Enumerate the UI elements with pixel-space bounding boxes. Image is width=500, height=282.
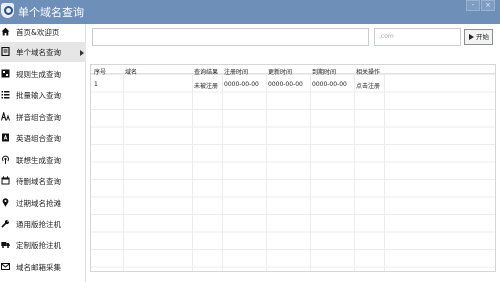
sidebar-item-home[interactable]: 首页&欢迎页 [0,22,86,42]
pinyin-icon [0,110,10,121]
cell-result: 未被注册 [194,83,219,90]
calendar-icon [1,176,10,185]
column-divider [123,65,124,271]
list-icon [1,90,10,99]
window-title: 单个域名查询 [18,6,84,19]
cell-index: 1 [94,81,98,88]
home-icon [1,27,10,36]
sidebar-item-label: 拼音组合查询 [16,113,61,122]
start-button[interactable]: 开始 [464,29,493,45]
cell-expires: 0000-00-00 [312,81,347,88]
start-button-label: 开始 [476,33,489,41]
sidebar-item-pending-delete-query[interactable]: 待删域名查询 [0,171,86,191]
cell-updated: 0000-00-00 [268,81,303,88]
sidebar-item-label: 批量输入查询 [16,91,61,100]
domain-input[interactable] [92,28,369,46]
book-icon [1,133,10,142]
close-button[interactable]: × [481,0,495,11]
column-divider [354,65,355,271]
register-link[interactable]: 点击注册 [356,81,380,90]
column-divider [192,65,193,271]
title-bar: 单个域名查询 - × [0,0,500,24]
sidebar-item-label: 域名邮箱采集 [16,263,61,272]
sidebar-item-association-query[interactable]: 联想生成查询 [0,150,86,170]
mail-icon [1,262,10,271]
sidebar-item-label: 通用版抢注机 [16,220,61,229]
column-divider [310,65,311,271]
sidebar-item-label: 定制版抢注机 [16,241,61,250]
sidebar-item-rule-query[interactable]: 规则生成查询 [0,64,86,84]
results-table: 序号 域名 查询结果 注册时间 更新时间 到期时间 相关操作 1 未被注册 00… [90,64,496,272]
sidebar-item-label: 单个域名查询 [16,48,61,57]
sidebar-item-label: 规则生成查询 [16,70,61,79]
table-header: 序号 域名 查询结果 注册时间 更新时间 到期时间 相关操作 [91,65,495,76]
sidebar-item-single-query[interactable]: 单个域名查询 [0,42,86,62]
table-row[interactable]: 1 未被注册 0000-00-00 0000-00-00 0000-00-00 … [91,75,495,92]
sidebar-item-english-query[interactable]: 英语组合查询 [0,128,86,148]
sidebar-item-label: 英语组合查询 [16,134,61,143]
cell-registered: 0000-00-00 [224,81,259,88]
sidebar-item-label: 待删域名查询 [16,177,61,186]
broadcast-icon [1,155,10,164]
sidebar-item-general-registrar[interactable]: 通用版抢注机 [0,214,86,234]
tld-input[interactable]: .com [374,28,461,46]
sidebar: 首页&欢迎页 单个域名查询 规则生成查询 批量输入查询 拼音组合查询 英语组合查… [0,24,86,282]
sidebar-item-batch-query[interactable]: 批量输入查询 [0,85,86,105]
sidebar-item-expired-snatch[interactable]: 过期域名抢滩 [0,193,86,213]
sidebar-item-label: 过期域名抢滩 [16,199,61,208]
play-icon [469,34,474,40]
sidebar-item-email-collect[interactable]: 域名邮箱采集 [0,257,86,277]
sidebar-item-pinyin-query[interactable]: 拼音组合查询 [0,107,86,127]
document-icon [1,46,10,57]
column-divider [266,65,267,271]
sidebar-item-label: 联想生成查询 [16,156,61,165]
grid-icon [1,69,10,78]
wrench-icon [1,219,10,228]
sidebar-item-custom-registrar[interactable]: 定制版抢注机 [0,235,86,255]
column-divider [222,65,223,271]
sidebar-item-label: 首页&欢迎页 [16,28,60,37]
column-divider [384,65,385,271]
app-logo-icon [1,3,14,18]
truck-icon [1,240,10,249]
minimize-button[interactable]: - [466,0,480,11]
map-pin-icon [1,198,10,207]
